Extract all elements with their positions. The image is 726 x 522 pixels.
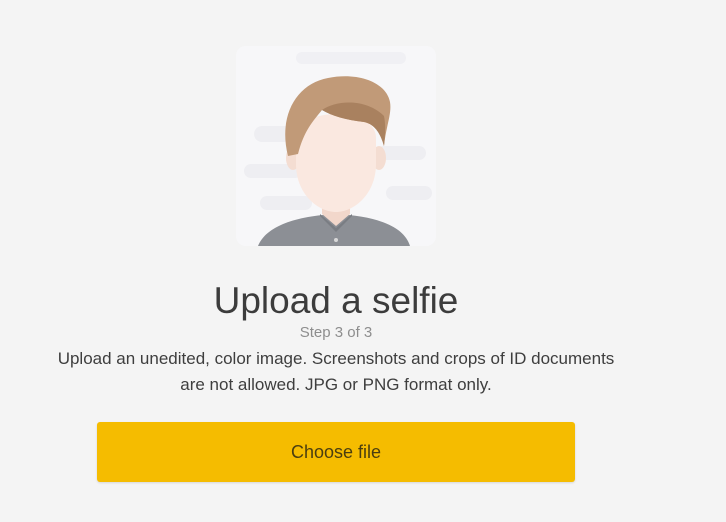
page-title: Upload a selfie [213, 280, 459, 321]
upload-instructions: Upload an unedited, color image. Screens… [57, 349, 615, 394]
selfie-avatar-icon [236, 46, 436, 246]
step-indicator: Step 3 of 3 [299, 324, 373, 341]
choose-file-button[interactable]: Choose file [97, 422, 575, 482]
selfie-illustration [236, 46, 436, 246]
